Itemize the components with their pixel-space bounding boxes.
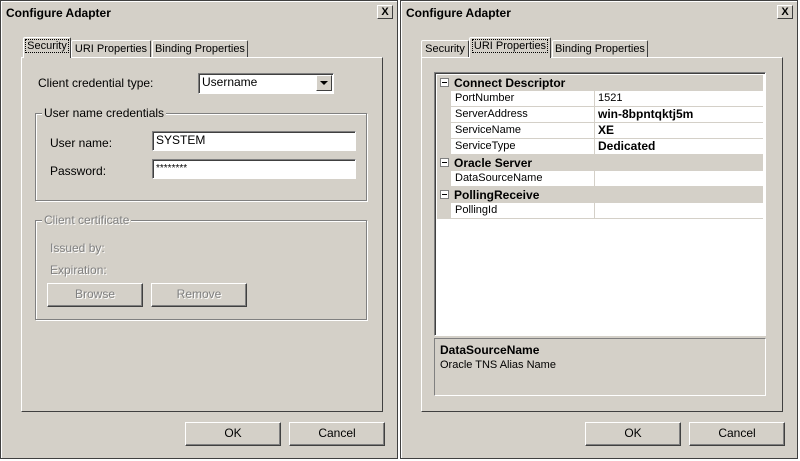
left-cancel-button[interactable]: Cancel	[289, 422, 385, 446]
password-label: Password:	[50, 164, 107, 178]
collapse-icon[interactable]	[440, 158, 449, 167]
client-certificate-group-title: Client certificate	[42, 213, 132, 227]
browse-button[interactable]: Browse	[47, 283, 143, 307]
description-text: Oracle TNS Alias Name	[440, 359, 556, 371]
left-title-bar: Configure Adapter	[3, 3, 395, 23]
property-value[interactable]: 1521	[595, 91, 763, 107]
category-oracle-server[interactable]: Oracle Server	[437, 155, 763, 171]
credential-type-combo[interactable]: Username	[198, 73, 334, 94]
property-value[interactable]	[595, 203, 763, 219]
property-row-servicename[interactable]: ServiceName XE	[437, 123, 763, 139]
property-name: PortNumber	[451, 91, 595, 107]
username-input[interactable]: SYSTEM	[152, 131, 356, 151]
property-row-servicetype[interactable]: ServiceType Dedicated	[437, 139, 763, 155]
user-credentials-group-title: User name credentials	[42, 106, 167, 120]
right-title-bar: Configure Adapter	[403, 3, 795, 23]
property-row-serveraddress[interactable]: ServerAddress win-8bpntqktj5m	[437, 107, 763, 123]
property-value[interactable]: Dedicated	[595, 139, 763, 155]
collapse-icon[interactable]	[440, 78, 449, 87]
property-description-pane: DataSourceName Oracle TNS Alias Name	[434, 338, 766, 396]
property-value[interactable]: win-8bpntqktj5m	[595, 107, 763, 123]
property-name: ServerAddress	[451, 107, 595, 123]
chevron-down-icon[interactable]	[316, 75, 332, 91]
property-name: PollingId	[451, 203, 595, 219]
property-name: ServiceType	[451, 139, 595, 155]
property-row-pollingid[interactable]: PollingId	[437, 203, 763, 219]
category-connect-descriptor[interactable]: Connect Descriptor	[437, 75, 763, 91]
right-cancel-button[interactable]: Cancel	[689, 422, 785, 446]
right-ok-button[interactable]: OK	[585, 422, 681, 446]
issued-by-label: Issued by:	[50, 241, 105, 255]
collapse-icon[interactable]	[440, 190, 449, 199]
property-row-datasourcename[interactable]: DataSourceName	[437, 171, 763, 187]
property-grid[interactable]: Connect Descriptor PortNumber 1521 Serve…	[434, 72, 766, 336]
right-uri-panel: Connect Descriptor PortNumber 1521 Serve…	[421, 57, 783, 412]
client-certificate-group: Client certificate Issued by: Expiration…	[35, 213, 367, 320]
credential-type-value: Username	[202, 75, 258, 89]
left-tab-security[interactable]: Security	[23, 37, 71, 58]
remove-button[interactable]: Remove	[151, 283, 247, 307]
right-tab-uri-properties[interactable]: URI Properties	[469, 37, 551, 58]
property-value[interactable]: XE	[595, 123, 763, 139]
right-window-title: Configure Adapter	[406, 6, 511, 20]
left-ok-button[interactable]: OK	[185, 422, 281, 446]
category-polling-receive[interactable]: PollingReceive	[437, 187, 763, 203]
right-dialog-window: Configure Adapter X Security URI Propert…	[400, 0, 798, 459]
right-close-button[interactable]: X	[777, 5, 793, 19]
left-dialog-window: Configure Adapter X Security URI Propert…	[0, 0, 398, 459]
property-value[interactable]	[595, 171, 763, 187]
property-name: DataSourceName	[451, 171, 595, 187]
password-input[interactable]: ********	[152, 159, 356, 179]
credential-type-label: Client credential type:	[38, 76, 154, 90]
left-close-button[interactable]: X	[377, 5, 393, 19]
user-credentials-group: User name credentials User name: SYSTEM …	[35, 106, 367, 201]
username-label: User name:	[50, 136, 113, 150]
expiration-label: Expiration:	[50, 263, 107, 277]
description-title: DataSourceName	[440, 343, 540, 357]
property-row-portnumber[interactable]: PortNumber 1521	[437, 91, 763, 107]
left-window-title: Configure Adapter	[6, 6, 111, 20]
left-security-panel: Client credential type: Username User na…	[21, 57, 383, 412]
property-name: ServiceName	[451, 123, 595, 139]
